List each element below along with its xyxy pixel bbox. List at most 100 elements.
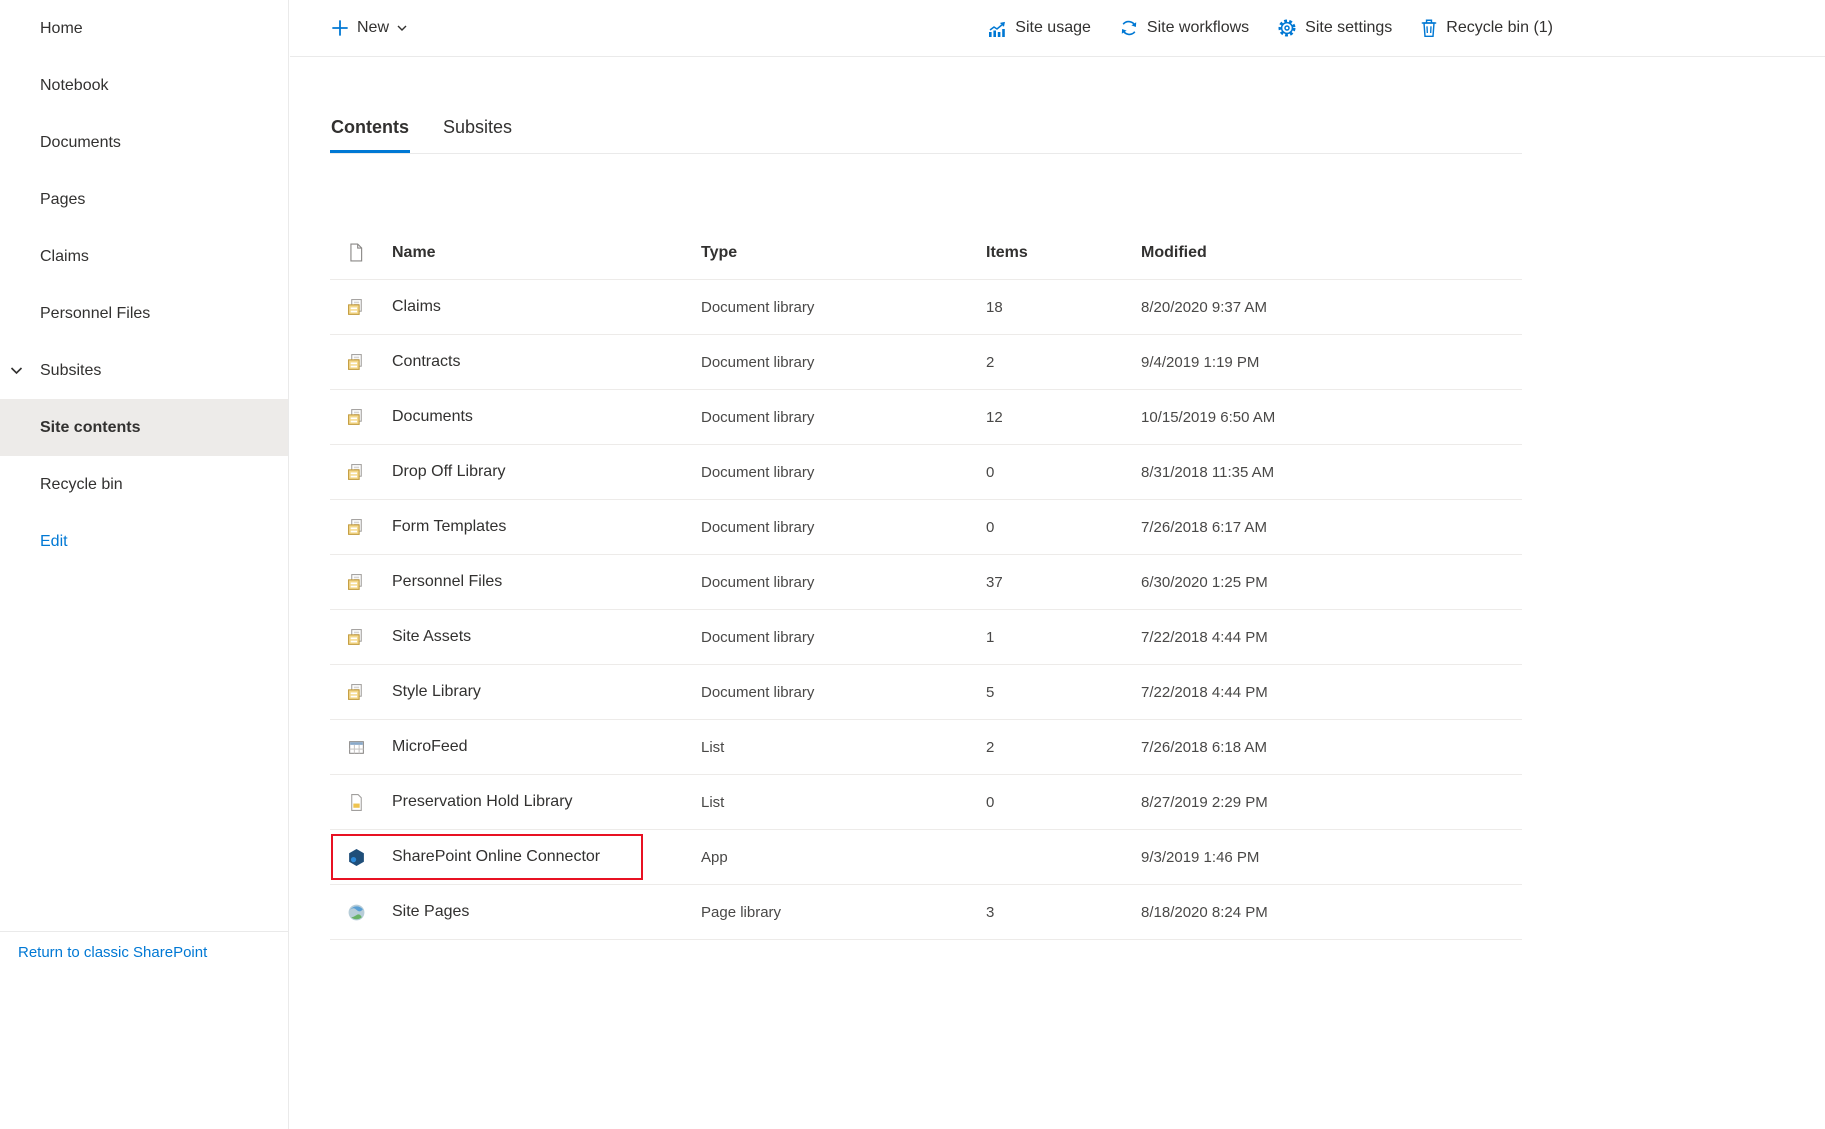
app-icon [330,848,392,867]
row-modified: 10/15/2019 6:50 AM [1141,409,1522,426]
row-name[interactable]: Site Assets [392,628,701,646]
row-modified: 6/30/2020 1:25 PM [1141,574,1522,591]
sidebar-item-notebook[interactable]: Notebook [0,57,288,114]
sidebar-item-label: Site contents [40,419,140,436]
row-type: Document library [701,464,986,481]
row-name[interactable]: Contracts [392,353,701,371]
row-type: Document library [701,409,986,426]
table-row[interactable]: Site PagesPage library38/18/2020 8:24 PM [330,885,1522,940]
sidebar-item-subsites[interactable]: Subsites [0,342,288,399]
row-modified: 7/22/2018 4:44 PM [1141,629,1522,646]
sync-icon [1119,18,1139,38]
row-name[interactable]: SharePoint Online Connector [392,848,701,866]
row-modified: 9/4/2019 1:19 PM [1141,354,1522,371]
row-name[interactable]: Claims [392,298,701,316]
sidebar-item-documents[interactable]: Documents [0,114,288,171]
table-row[interactable]: Form TemplatesDocument library07/26/2018… [330,500,1522,555]
row-name[interactable]: Style Library [392,683,701,701]
row-items: 1 [986,629,1141,646]
table-header: Name Type Items Modified [330,226,1522,280]
recycle-bin-button[interactable]: Recycle bin (1) [1420,18,1553,38]
row-type: Page library [701,904,986,921]
row-name[interactable]: Documents [392,408,701,426]
row-items: 3 [986,904,1141,921]
row-type: Document library [701,299,986,316]
row-items: 0 [986,464,1141,481]
return-to-classic-link[interactable]: Return to classic SharePoint [18,944,207,961]
row-modified: 7/22/2018 4:44 PM [1141,684,1522,701]
sidebar-item-recycle-bin[interactable]: Recycle bin [0,456,288,513]
row-type: App [701,849,986,866]
table-row[interactable]: ClaimsDocument library188/20/2020 9:37 A… [330,280,1522,335]
row-type: Document library [701,574,986,591]
sidebar-item-label: Notebook [40,77,109,94]
row-items: 12 [986,409,1141,426]
site-settings-button[interactable]: Site settings [1277,18,1392,38]
column-header-type[interactable]: Type [701,244,986,262]
chart-icon [987,18,1007,38]
table-row[interactable]: ContractsDocument library29/4/2019 1:19 … [330,335,1522,390]
sidebar-item-label: Pages [40,191,85,208]
column-header-modified[interactable]: Modified [1141,244,1522,262]
row-name[interactable]: Personnel Files [392,573,701,591]
tab-contents[interactable]: Contents [330,117,410,153]
table-row[interactable]: DocumentsDocument library1210/15/2019 6:… [330,390,1522,445]
command-bar: New Site usage Site workflows Site setting… [290,0,1825,57]
sidebar-item-claims[interactable]: Claims [0,228,288,285]
library-icon [330,518,392,537]
toolbar-action-label: Site workflows [1147,19,1249,37]
pages-icon [330,903,392,922]
sidebar-item-pages[interactable]: Pages [0,171,288,228]
doc-icon [330,793,392,812]
column-header-items[interactable]: Items [986,244,1141,262]
row-name[interactable]: Form Templates [392,518,701,536]
new-button[interactable]: New [330,18,408,38]
row-modified: 7/26/2018 6:17 AM [1141,519,1522,536]
row-items: 2 [986,354,1141,371]
sidebar-item-personnel-files[interactable]: Personnel Files [0,285,288,342]
sidebar-item-edit[interactable]: Edit [0,513,288,570]
row-items: 2 [986,739,1141,756]
library-icon [330,408,392,427]
column-header-name[interactable]: Name [392,244,701,262]
table-row[interactable]: Style LibraryDocument library57/22/2018 … [330,665,1522,720]
sidebar-nav: Home Notebook Documents Pages Claims Personne… [0,0,288,570]
table-row[interactable]: SharePoint Online ConnectorApp9/3/2019 1… [330,830,1522,885]
sidebar-footer: Return to classic SharePoint [0,931,288,974]
row-type: Document library [701,354,986,371]
row-name[interactable]: Site Pages [392,903,701,921]
tab-subsites[interactable]: Subsites [442,117,513,153]
trash-icon [1420,18,1438,38]
table-row[interactable]: Personnel FilesDocument library376/30/20… [330,555,1522,610]
tabs: Contents Subsites [330,117,1522,154]
library-icon [330,353,392,372]
library-icon [330,298,392,317]
row-name[interactable]: Preservation Hold Library [392,793,701,811]
sidebar-item-home[interactable]: Home [0,0,288,57]
row-items: 0 [986,519,1141,536]
sidebar-item-label: Documents [40,134,121,151]
library-icon [330,573,392,592]
gear-icon [1277,18,1297,38]
new-button-label: New [357,19,389,37]
row-modified: 8/20/2020 9:37 AM [1141,299,1522,316]
table-row[interactable]: MicroFeedList27/26/2018 6:18 AM [330,720,1522,775]
sidebar-item-site-contents[interactable]: Site contents [0,399,288,456]
chevron-down-icon [396,22,408,34]
chevron-down-icon[interactable] [9,342,24,399]
site-usage-button[interactable]: Site usage [987,18,1091,38]
row-type: Document library [701,684,986,701]
row-name[interactable]: Drop Off Library [392,463,701,481]
table-row[interactable]: Drop Off LibraryDocument library08/31/20… [330,445,1522,500]
site-workflows-button[interactable]: Site workflows [1119,18,1249,38]
row-items: 37 [986,574,1141,591]
sidebar-item-label: Personnel Files [40,305,150,322]
table-row[interactable]: Site AssetsDocument library17/22/2018 4:… [330,610,1522,665]
row-type: List [701,739,986,756]
row-items: 0 [986,794,1141,811]
row-items: 5 [986,684,1141,701]
toolbar-action-label: Recycle bin (1) [1446,19,1553,37]
row-name[interactable]: MicroFeed [392,738,701,756]
plus-icon [330,18,350,38]
table-row[interactable]: Preservation Hold LibraryList08/27/2019 … [330,775,1522,830]
